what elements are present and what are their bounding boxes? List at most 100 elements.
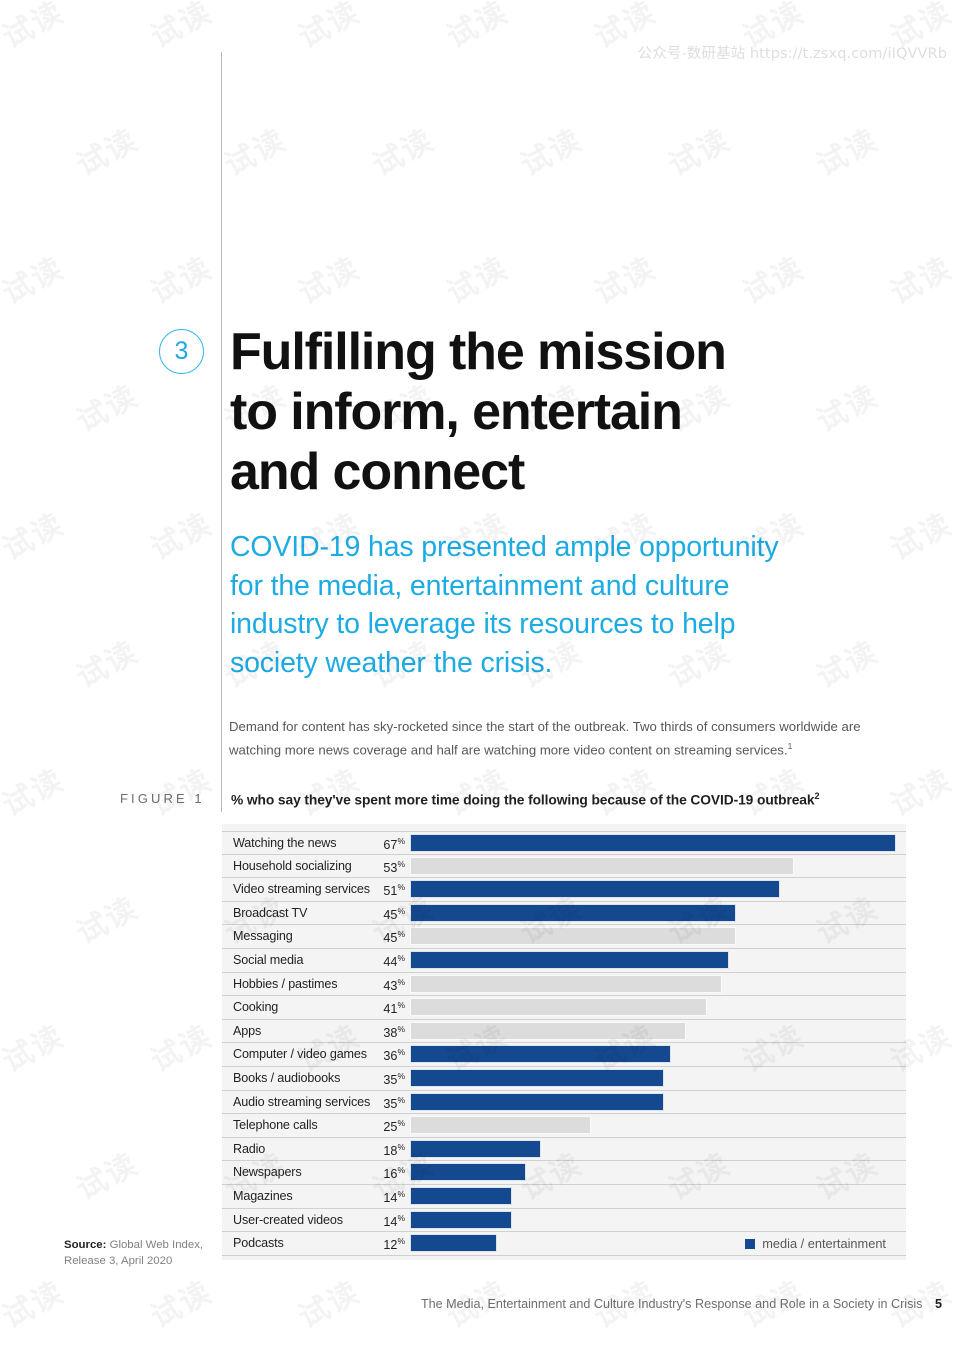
chart-row: Video streaming services 51% <box>222 878 906 902</box>
chart-bar-track <box>410 1116 896 1135</box>
chart-row-value: 16% <box>383 1165 405 1182</box>
chart-bar <box>410 974 722 993</box>
chart-bar <box>410 1116 592 1135</box>
chart-row-value-suffix: % <box>397 1118 405 1129</box>
page-title-line-2: to inform, entertain <box>230 383 683 441</box>
figure-label: FIGURE 1 <box>120 791 205 806</box>
chart-bar-track <box>410 1139 896 1158</box>
page-footer: The Media, Entertainment and Culture Ind… <box>421 1297 942 1311</box>
chart-bar-track <box>410 974 896 993</box>
chart-bar-track <box>410 903 896 922</box>
chart-row-value: 67% <box>383 836 405 853</box>
figure-source-note: Source: Global Web Index, Release 3, Apr… <box>64 1237 214 1269</box>
chart-row: Watching the news 67% <box>222 831 906 855</box>
chart-row-label: Radio <box>233 1141 266 1156</box>
chart-row-value-suffix: % <box>397 882 405 893</box>
chart-row-label: Social media <box>233 952 304 967</box>
chart-bar-track <box>410 1163 896 1182</box>
chart-row-label: Telephone calls <box>233 1118 318 1133</box>
chart-row-value: 25% <box>383 1118 405 1135</box>
chart-bar <box>410 1045 672 1064</box>
chart-row-value-suffix: % <box>397 1212 405 1223</box>
chart-row-label: Magazines <box>233 1188 293 1203</box>
chart-bar-track <box>410 1045 896 1064</box>
chart-bar-track <box>410 1210 896 1229</box>
legend-swatch-media-entertainment <box>745 1238 756 1249</box>
chart-row-value: 35% <box>383 1094 405 1111</box>
chart-row: Cooking 41% <box>222 996 906 1020</box>
chart-row-value-suffix: % <box>397 1023 405 1034</box>
chart-row-label: Audio streaming services <box>233 1094 371 1109</box>
chart-row-label: Broadcast TV <box>233 905 308 920</box>
chart-row-label: User-created videos <box>233 1212 343 1227</box>
chart-row-value: 14% <box>383 1188 405 1206</box>
chart-row-value: 41% <box>383 1000 405 1017</box>
page-subtitle-line-4: society weather the crisis. <box>230 646 553 679</box>
footer-title: The Media, Entertainment and Culture Ind… <box>420 1297 923 1311</box>
chart-row: Computer / video games 36% <box>222 1043 906 1067</box>
section-number-text: 3 <box>174 337 189 365</box>
chart-row: User-created videos 14% <box>222 1209 906 1233</box>
chart-row: Broadcast TV 45% <box>222 902 906 926</box>
chart-bar-track <box>410 1021 896 1040</box>
page-subtitle: COVID-19 has presented ample opportunity… <box>230 528 870 682</box>
chart-row: Apps 38% <box>222 1020 906 1044</box>
chart-row-value-suffix: % <box>397 1141 405 1152</box>
chart-row-label: Watching the news <box>233 836 337 850</box>
chart-row-label: Video streaming services <box>233 882 370 897</box>
chart-row-value: 14% <box>383 1212 405 1229</box>
page-subtitle-line-3: industry to leverage its resources to he… <box>230 608 736 640</box>
chart-row-value: 38% <box>383 1023 405 1040</box>
chart-bar <box>410 880 780 899</box>
chart-row: Household socializing 53% <box>222 855 906 879</box>
chart-row-value: 53% <box>383 858 405 875</box>
chart-bar-track <box>410 856 896 875</box>
chart-row-value: 45% <box>383 929 405 946</box>
chart-bar-track <box>410 834 896 852</box>
chart-bar-track <box>410 1092 896 1111</box>
chart-row-value: 43% <box>383 976 405 993</box>
chart-bar <box>410 834 896 852</box>
chart-row-label: Apps <box>233 1023 262 1038</box>
chart-bar <box>410 1186 512 1205</box>
page-title: Fulfilling the mission to inform, enterta… <box>230 322 890 502</box>
chart-row-label: Books / audiobooks <box>233 1070 341 1085</box>
figure-source-prefix: Source: <box>64 1239 107 1251</box>
page-subtitle-line-1: COVID-19 has presented ample opportunity <box>230 531 779 563</box>
chart-row: Telephone calls 25% <box>222 1114 906 1138</box>
chart-row: Magazines 14% <box>222 1185 906 1209</box>
chart-row-label: Podcasts <box>233 1236 284 1251</box>
chart-row-label: Household socializing <box>233 858 352 873</box>
chart-row-value: 12% <box>383 1236 405 1253</box>
chart-row-value-suffix: % <box>397 1070 405 1081</box>
chart-row-value-suffix: % <box>397 952 405 963</box>
footer-page-number: 5 <box>934 1297 942 1311</box>
chart-row-value: 45% <box>383 905 405 922</box>
chart-row-value-suffix: % <box>397 905 405 916</box>
figure-divider-rule <box>221 786 222 812</box>
chart-bar <box>410 927 737 946</box>
chart-bar <box>410 1092 664 1111</box>
chart-row: Audio streaming services 35% <box>222 1091 906 1115</box>
chart-legend: media / entertainment <box>745 1236 886 1251</box>
chart-bar <box>410 856 795 875</box>
chart-row-label: Cooking <box>233 1000 279 1015</box>
page-title-line-1: Fulfilling the mission <box>230 323 727 381</box>
chart-row: Books / audiobooks 35% <box>222 1067 906 1091</box>
chart-row: Social media 44% <box>222 949 906 973</box>
chart-row-value: 35% <box>383 1070 405 1088</box>
chart-bar <box>410 1163 527 1182</box>
chart-bar <box>410 1139 541 1158</box>
chart-bar-track <box>410 950 896 969</box>
chart-bar <box>410 903 737 922</box>
chart-row: Messaging 45% <box>222 925 906 949</box>
figure-chart-panel: Watching the news 67% Household socializin… <box>222 824 906 1260</box>
chart-row-value-suffix: % <box>397 1165 405 1176</box>
page-title-line-3: and connect <box>230 443 525 501</box>
chart-row-value-suffix: % <box>397 1236 405 1247</box>
chart-row-value-suffix: % <box>397 929 405 940</box>
page-subtitle-line-2: for the media, entertainment and culture <box>230 569 730 602</box>
chart-row-value: 18% <box>383 1141 405 1158</box>
chart-row-label: Computer / video games <box>233 1047 367 1062</box>
legend-label-media-entertainment: media / entertainment <box>762 1236 886 1251</box>
